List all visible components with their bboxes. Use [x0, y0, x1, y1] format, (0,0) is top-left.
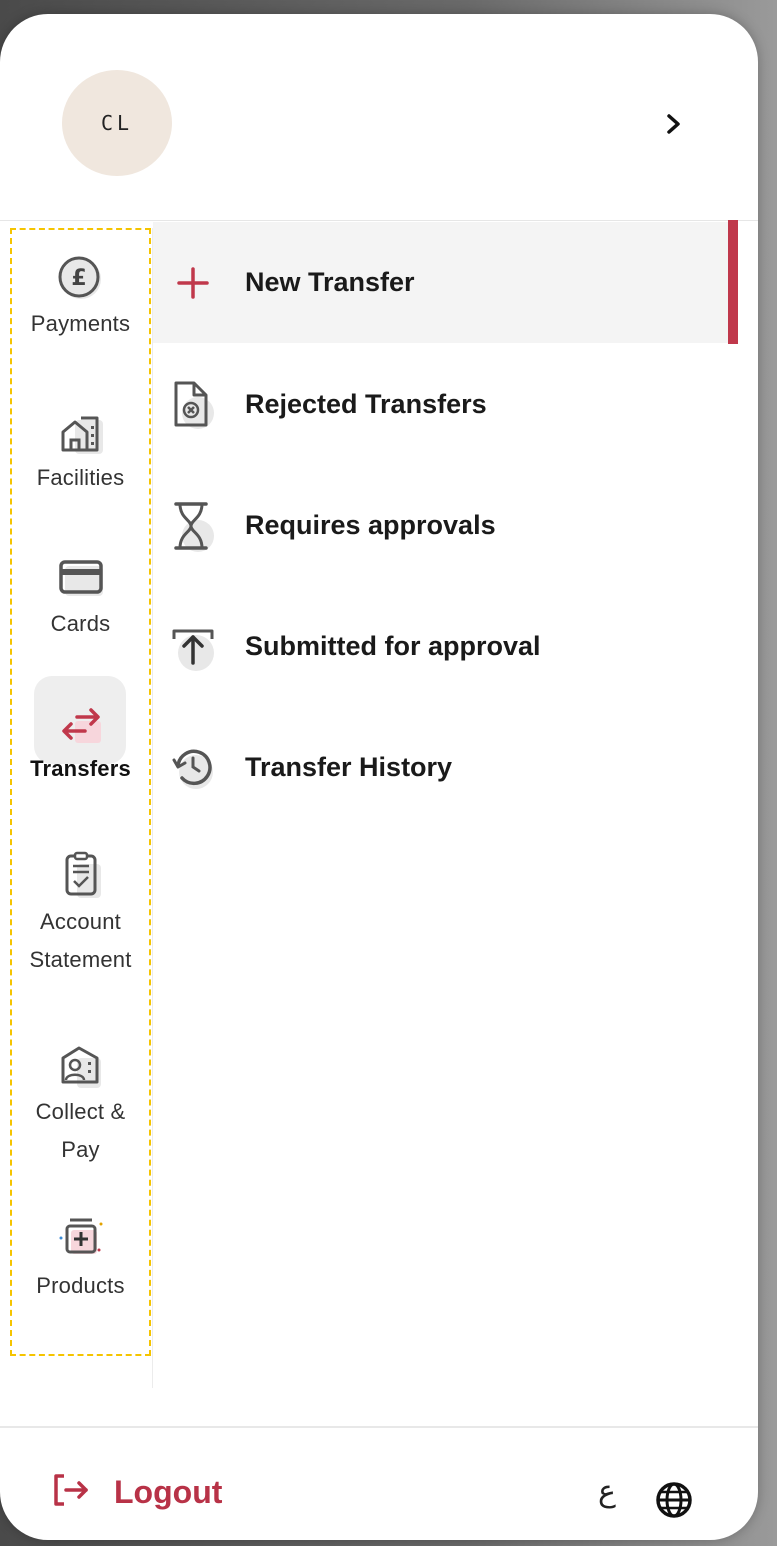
- rail-label-transfers: Transfers: [30, 756, 131, 781]
- logout-button[interactable]: Logout: [50, 1470, 222, 1515]
- rail-label-account: Account: [40, 909, 121, 934]
- rail-item-transfers[interactable]: Transfers: [10, 697, 151, 789]
- active-indicator: [728, 220, 738, 344]
- footer-divider: [0, 1426, 758, 1428]
- menu-label-submitted-for-approval: Submitted for approval: [245, 631, 541, 661]
- clipboard-check-icon: [53, 850, 109, 902]
- card-icon: [53, 552, 109, 604]
- plus-icon: [163, 253, 223, 313]
- menu-label-transfer-history: Transfer History: [245, 752, 453, 782]
- menu-item-requires-approvals[interactable]: Requires approvals: [153, 465, 738, 586]
- history-icon: [163, 738, 223, 798]
- menu-label-requires-approvals: Requires approvals: [245, 510, 496, 540]
- rejected-doc-icon: [163, 375, 223, 435]
- side-rail: [10, 228, 151, 1356]
- rail-label-collect: Collect &: [35, 1099, 126, 1124]
- menu-item-submitted-for-approval[interactable]: Submitted for approval: [153, 586, 738, 707]
- menu-label-new-transfer: New Transfer: [245, 267, 415, 297]
- hourglass-icon: [163, 496, 223, 556]
- products-icon: [53, 1214, 109, 1266]
- logout-label: Logout: [114, 1474, 223, 1510]
- rail-label-products: Products: [36, 1273, 125, 1298]
- collect-pay-icon: [53, 1040, 109, 1092]
- rail-item-facilities[interactable]: Facilities: [10, 406, 151, 498]
- header-divider: [0, 220, 758, 221]
- rail-item-cards[interactable]: Cards: [10, 552, 151, 644]
- menu-item-new-transfer[interactable]: New Transfer: [153, 222, 738, 343]
- building-icon: [53, 406, 109, 458]
- language-toggle[interactable]: ع: [598, 1474, 616, 1509]
- profile-header[interactable]: CL: [0, 14, 758, 220]
- navigation-drawer: CL £ Payments Facilities Cards Transfers: [0, 14, 758, 1540]
- rail-label-cards: Cards: [50, 611, 111, 636]
- rail-item-account-statement[interactable]: Account Statement: [10, 850, 151, 980]
- upload-icon: [163, 617, 223, 677]
- rail-item-payments[interactable]: £ Payments: [10, 252, 151, 344]
- rail-item-products[interactable]: Products: [10, 1214, 151, 1306]
- pound-coin-icon: £: [53, 252, 109, 304]
- rail-label-pay: Pay: [61, 1137, 100, 1162]
- chevron-right-icon[interactable]: [654, 104, 694, 144]
- menu-item-transfer-history[interactable]: Transfer History: [153, 707, 738, 828]
- menu-item-rejected-transfers[interactable]: Rejected Transfers: [153, 344, 738, 465]
- svg-text:£: £: [71, 266, 86, 291]
- rail-label-payments: Payments: [30, 311, 131, 336]
- rail-label-facilities: Facilities: [36, 465, 125, 490]
- logout-icon: [50, 1470, 94, 1515]
- rail-label-statement: Statement: [29, 947, 132, 972]
- rail-item-collect-pay[interactable]: Collect & Pay: [10, 1040, 151, 1170]
- menu-label-rejected-transfers: Rejected Transfers: [245, 389, 487, 419]
- globe-icon[interactable]: [654, 1480, 694, 1525]
- avatar[interactable]: CL: [62, 70, 172, 176]
- transfer-arrows-icon: [53, 697, 109, 749]
